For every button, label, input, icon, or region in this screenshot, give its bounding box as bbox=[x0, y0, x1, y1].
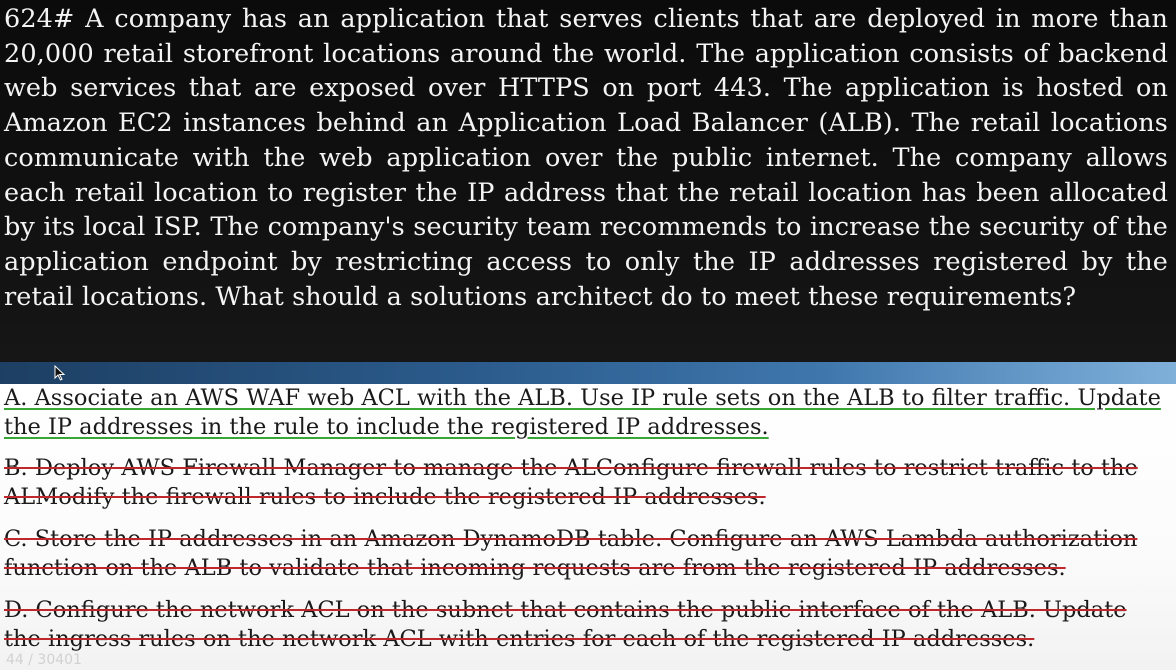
option-d-line-1: D. Configure the network ACL on the subn… bbox=[4, 597, 1127, 623]
question-text: 624# A company has an application that s… bbox=[4, 4, 1168, 312]
answer-option-a[interactable]: A. Associate an AWS WAF web ACL with the… bbox=[4, 384, 1168, 442]
answer-option-b[interactable]: B. Deploy AWS Firewall Manager to manage… bbox=[4, 454, 1168, 512]
option-d-line-2: the ingress rules on the network ACL wit… bbox=[4, 626, 1035, 652]
page-counter-watermark: 44 / 30401 bbox=[6, 652, 82, 668]
mouse-cursor-icon bbox=[54, 365, 66, 381]
answers-panel: A. Associate an AWS WAF web ACL with the… bbox=[0, 384, 1176, 670]
question-panel: 624# A company has an application that s… bbox=[0, 0, 1176, 362]
option-b-line-1: B. Deploy AWS Firewall Manager to manage… bbox=[4, 455, 1138, 481]
answer-option-d[interactable]: D. Configure the network ACL on the subn… bbox=[4, 596, 1168, 654]
answer-option-c[interactable]: C. Store the IP addresses in an Amazon D… bbox=[4, 525, 1168, 583]
option-c-line-1: C. Store the IP addresses in an Amazon D… bbox=[4, 526, 1138, 552]
divider-strip bbox=[0, 362, 1176, 384]
option-c-line-2: function on the ALB to validate that inc… bbox=[4, 555, 1066, 581]
option-a-line-2: the IP addresses in the rule to include … bbox=[4, 414, 769, 440]
option-b-line-2: ALModify the firewall rules to include t… bbox=[4, 484, 766, 510]
option-a-line-1: A. Associate an AWS WAF web ACL with the… bbox=[4, 385, 1161, 411]
